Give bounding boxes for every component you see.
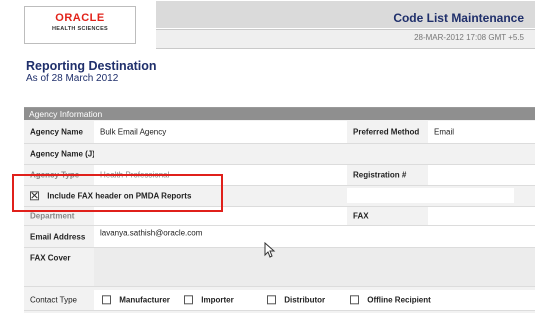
include-fax-option[interactable]: Include FAX header on PMDA Reports <box>24 186 347 206</box>
oracle-logo: ORACLE HEALTH SCIENCES <box>24 6 136 44</box>
department-label: Department <box>30 211 75 221</box>
contact-type-label: Contact Type <box>30 295 77 305</box>
email-label: Email Address <box>30 232 86 241</box>
fax-cover-field[interactable] <box>94 248 535 286</box>
header-datetime: 28-MAR-2012 17:08 GMT +5.5 <box>414 33 524 42</box>
include-fax-row: Include FAX header on PMDA Reports <box>24 186 535 207</box>
offline-recipient-label: Offline Recipient <box>367 295 431 305</box>
contact-type-row: Contact Type Manufacturer Importer Distr… <box>24 290 535 311</box>
logo-subtitle: HEALTH SCIENCES <box>51 26 109 32</box>
preferred-method-label: Preferred Method <box>353 127 420 137</box>
contact-offline-recipient-option[interactable]: Offline Recipient <box>350 295 431 305</box>
include-fax-checkbox[interactable] <box>30 191 39 201</box>
include-fax-extra-field[interactable] <box>347 188 514 203</box>
importer-label: Importer <box>201 295 234 305</box>
distributor-checkbox[interactable] <box>267 295 276 305</box>
contact-distributor-option[interactable]: Distributor <box>267 295 326 305</box>
contact-importer-option[interactable]: Importer <box>184 295 234 305</box>
header-band: Code List Maintenance <box>156 1 535 28</box>
contact-manufacturer-option[interactable]: Manufacturer <box>102 295 170 305</box>
agency-name-j-label: Agency Name (J) <box>30 149 95 159</box>
agency-type-label: Agency Type <box>30 170 80 180</box>
logo-brand: ORACLE <box>55 12 105 24</box>
app-title: Code List Maintenance <box>393 11 524 25</box>
mouse-cursor-icon <box>264 242 276 258</box>
manufacturer-checkbox[interactable] <box>102 295 111 305</box>
agency-name-label: Agency Name <box>30 127 83 137</box>
registration-label: Registration # <box>353 170 407 180</box>
offline-recipient-checkbox[interactable] <box>350 295 359 305</box>
fax-field[interactable] <box>428 207 535 225</box>
agency-name-j-row: Agency Name (J) <box>24 144 535 165</box>
agency-information-panel: Agency Information Agency Name Bulk Emai… <box>24 107 535 313</box>
agency-name-field[interactable]: Bulk Email Agency <box>94 121 347 143</box>
page-title: Reporting Destination <box>26 59 157 73</box>
registration-field[interactable] <box>428 165 535 185</box>
panel-header: Agency Information <box>24 108 535 120</box>
include-fax-label: Include FAX header on PMDA Reports <box>47 191 192 201</box>
page-as-of-date: As of 28 March 2012 <box>26 73 119 84</box>
preferred-method-field[interactable]: Email <box>428 121 535 143</box>
distributor-label: Distributor <box>284 295 326 305</box>
department-field[interactable] <box>94 207 347 225</box>
agency-type-field[interactable]: Health Professional <box>94 165 347 185</box>
agency-type-row: Agency Type Health Professional Registra… <box>24 165 535 186</box>
importer-checkbox[interactable] <box>184 295 193 305</box>
fax-label: FAX <box>353 211 369 221</box>
email-row: Email Address lavanya.sathish@oracle.com <box>24 226 535 248</box>
agency-name-row: Agency Name Bulk Email Agency Preferred … <box>24 121 535 144</box>
contact-type-options: Manufacturer Importer Distributor Offlin… <box>94 290 535 310</box>
manufacturer-label: Manufacturer <box>119 295 170 305</box>
department-row: Department FAX <box>24 207 535 226</box>
fax-cover-label: FAX Cover <box>30 253 71 263</box>
agency-name-j-field[interactable] <box>94 144 535 164</box>
email-field[interactable]: lavanya.sathish@oracle.com <box>94 226 535 247</box>
fax-cover-row: FAX Cover <box>24 248 535 287</box>
header-subband: 28-MAR-2012 17:08 GMT +5.5 <box>156 29 535 49</box>
